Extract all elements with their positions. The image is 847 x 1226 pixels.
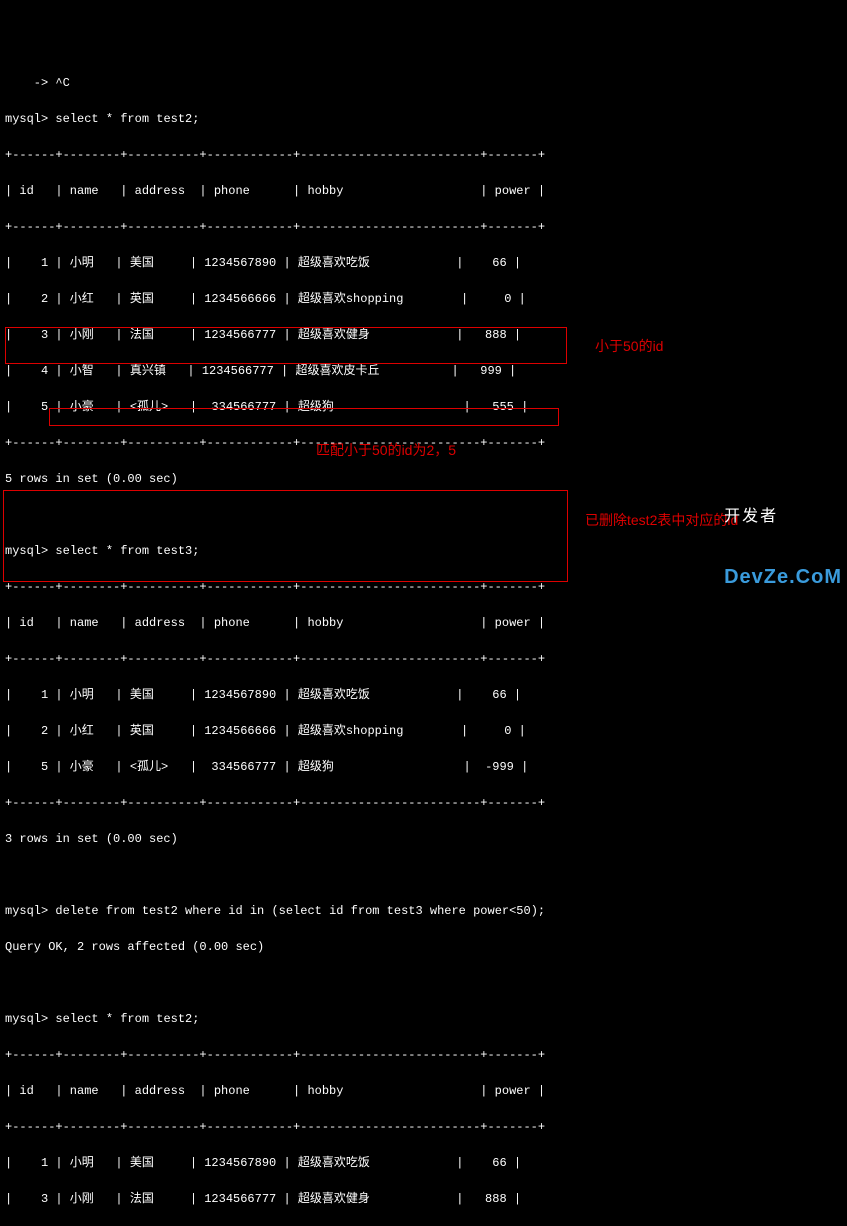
table-border: +------+--------+----------+------------… <box>5 578 842 596</box>
rows-count: 5 rows in set (0.00 sec) <box>5 470 842 488</box>
table-row: | 2 | 小红 | 英国 | 1234566666 | 超级喜欢shoppin… <box>5 290 842 308</box>
table-row: | 5 | 小豪 | <孤儿> | 334566777 | 超级狗 | 555 … <box>5 398 842 416</box>
query-line-1: mysql> select * from test2; <box>5 110 842 128</box>
watermark: 开发者 DevZe.CoM <box>724 469 842 608</box>
table-row: | 2 | 小红 | 英国 | 1234566666 | 超级喜欢shoppin… <box>5 722 842 740</box>
table-border: +------+--------+----------+------------… <box>5 218 842 236</box>
blank-line <box>5 974 842 992</box>
annotation-label-3: 已删除test2表中对应的id <box>585 510 738 531</box>
query-result: Query OK, 2 rows affected (0.00 sec) <box>5 938 842 956</box>
table-row: | 1 | 小明 | 美国 | 1234567890 | 超级喜欢吃饭 | 66… <box>5 686 842 704</box>
sql-query: delete from test2 where id in (select id… <box>48 904 545 918</box>
sql-query: select * from test2; <box>48 1012 199 1026</box>
rows-count: 3 rows in set (0.00 sec) <box>5 830 842 848</box>
table-border: +------+--------+----------+------------… <box>5 650 842 668</box>
query-line-2: mysql> select * from test3; <box>5 542 842 560</box>
table-header: | id | name | address | phone | hobby | … <box>5 614 842 632</box>
table-border: +------+--------+----------+------------… <box>5 794 842 812</box>
highlight-box-result-table <box>3 490 568 582</box>
interrupt-line: -> ^C <box>5 74 842 92</box>
sql-query: select * from test3; <box>48 544 199 558</box>
table-header: | id | name | address | phone | hobby | … <box>5 182 842 200</box>
table-row: | 1 | 小明 | 美国 | 1234567890 | 超级喜欢吃饭 | 66… <box>5 254 842 272</box>
mysql-prompt: mysql> <box>5 544 48 558</box>
table-row: | 4 | 小智 | 真兴镇 | 1234566777 | 超级喜欢皮卡丘 | … <box>5 362 842 380</box>
watermark-line1: 开发者 <box>724 507 842 526</box>
query-line-3: mysql> delete from test2 where id in (se… <box>5 902 842 920</box>
blank-line <box>5 866 842 884</box>
mysql-prompt: mysql> <box>5 112 48 126</box>
watermark-line2: DevZe.CoM <box>724 565 842 589</box>
sql-query: select * from test2; <box>48 112 199 126</box>
annotation-label-2: 匹配小于50的id为2，5 <box>316 440 456 461</box>
table-header: | id | name | address | phone | hobby | … <box>5 1082 842 1100</box>
mysql-prompt: mysql> <box>5 904 48 918</box>
table-border: +------+--------+----------+------------… <box>5 146 842 164</box>
table-border: +------+--------+----------+------------… <box>5 1118 842 1136</box>
table-row: | 5 | 小豪 | <孤儿> | 334566777 | 超级狗 | -999… <box>5 758 842 776</box>
annotation-label-1: 小于50的id <box>595 336 663 357</box>
table-row: | 3 | 小刚 | 法国 | 1234566777 | 超级喜欢健身 | 88… <box>5 326 842 344</box>
table-row: | 3 | 小刚 | 法国 | 1234566777 | 超级喜欢健身 | 88… <box>5 1190 842 1208</box>
mysql-prompt: mysql> <box>5 1012 48 1026</box>
table-border: +------+--------+----------+------------… <box>5 1046 842 1064</box>
table-row: | 1 | 小明 | 美国 | 1234567890 | 超级喜欢吃饭 | 66… <box>5 1154 842 1172</box>
query-line-4: mysql> select * from test2; <box>5 1010 842 1028</box>
